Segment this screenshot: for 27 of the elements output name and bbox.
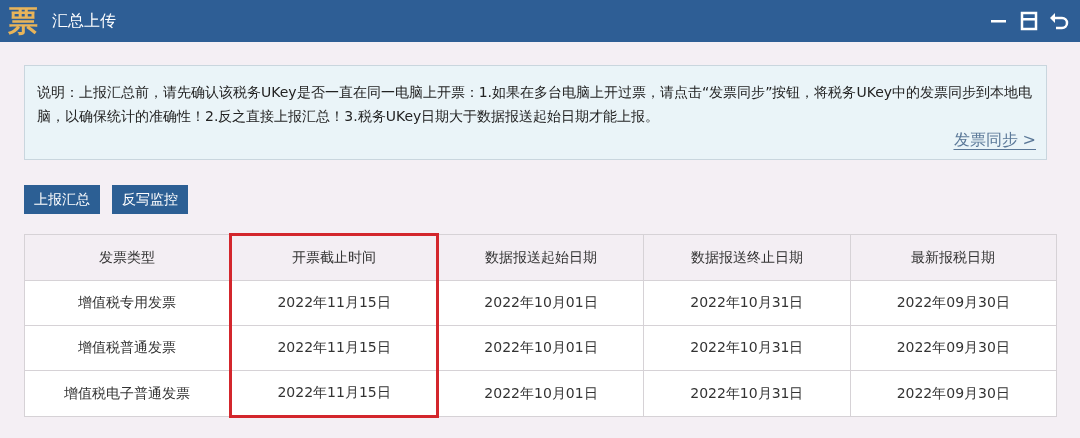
restore-icon[interactable] — [1018, 10, 1040, 32]
table-cell: 增值税专用发票 — [24, 280, 231, 326]
invoice-sync-link[interactable]: 发票同步 > — [953, 130, 1036, 151]
window-title: 汇总上传 — [52, 10, 117, 32]
table-cell: 2022年10月31日 — [643, 325, 851, 371]
column-header: 发票类型 — [24, 234, 231, 281]
table-cell: 增值税普通发票 — [24, 325, 231, 371]
table-cell: 2022年11月15日 — [230, 325, 438, 371]
action-button[interactable]: 上报汇总 — [24, 185, 100, 214]
table-cell: 2022年10月31日 — [643, 280, 851, 326]
action-button[interactable]: 反写监控 — [112, 185, 188, 214]
table-cell: 2022年10月01日 — [437, 325, 644, 371]
table-cell: 2022年10月01日 — [437, 280, 644, 326]
table-cell: 2022年09月30日 — [850, 370, 1057, 417]
column-header: 数据报送起始日期 — [437, 234, 644, 281]
app-logo: 票 — [8, 4, 38, 38]
table-cell: 增值税电子普通发票 — [24, 370, 231, 417]
column-header: 最新报税日期 — [850, 234, 1057, 281]
notice-text: 说明：上报汇总前，请先确认该税务UKey是否一直在同一电脑上开票：1.如果在多台电脑上开过票，请点击“发票同步”按钮，将税务UKey中的发票同步到本地电脑，以确保统计的准确性！2.反之直接上报汇总！3.税务UKey日期大于数据报送起始日期才能上报。 — [37, 83, 1034, 126]
table-cell: 2022年11月15日 — [230, 370, 438, 417]
table-cell: 2022年10月31日 — [643, 370, 851, 417]
table-cell: 2022年11月15日 — [230, 280, 438, 326]
column-header: 开票截止时间 — [230, 234, 438, 281]
table-cell: 2022年09月30日 — [850, 280, 1057, 326]
table-cell: 2022年10月01日 — [437, 370, 644, 417]
table-cell: 2022年09月30日 — [850, 325, 1057, 371]
column-header: 数据报送终止日期 — [643, 234, 851, 281]
